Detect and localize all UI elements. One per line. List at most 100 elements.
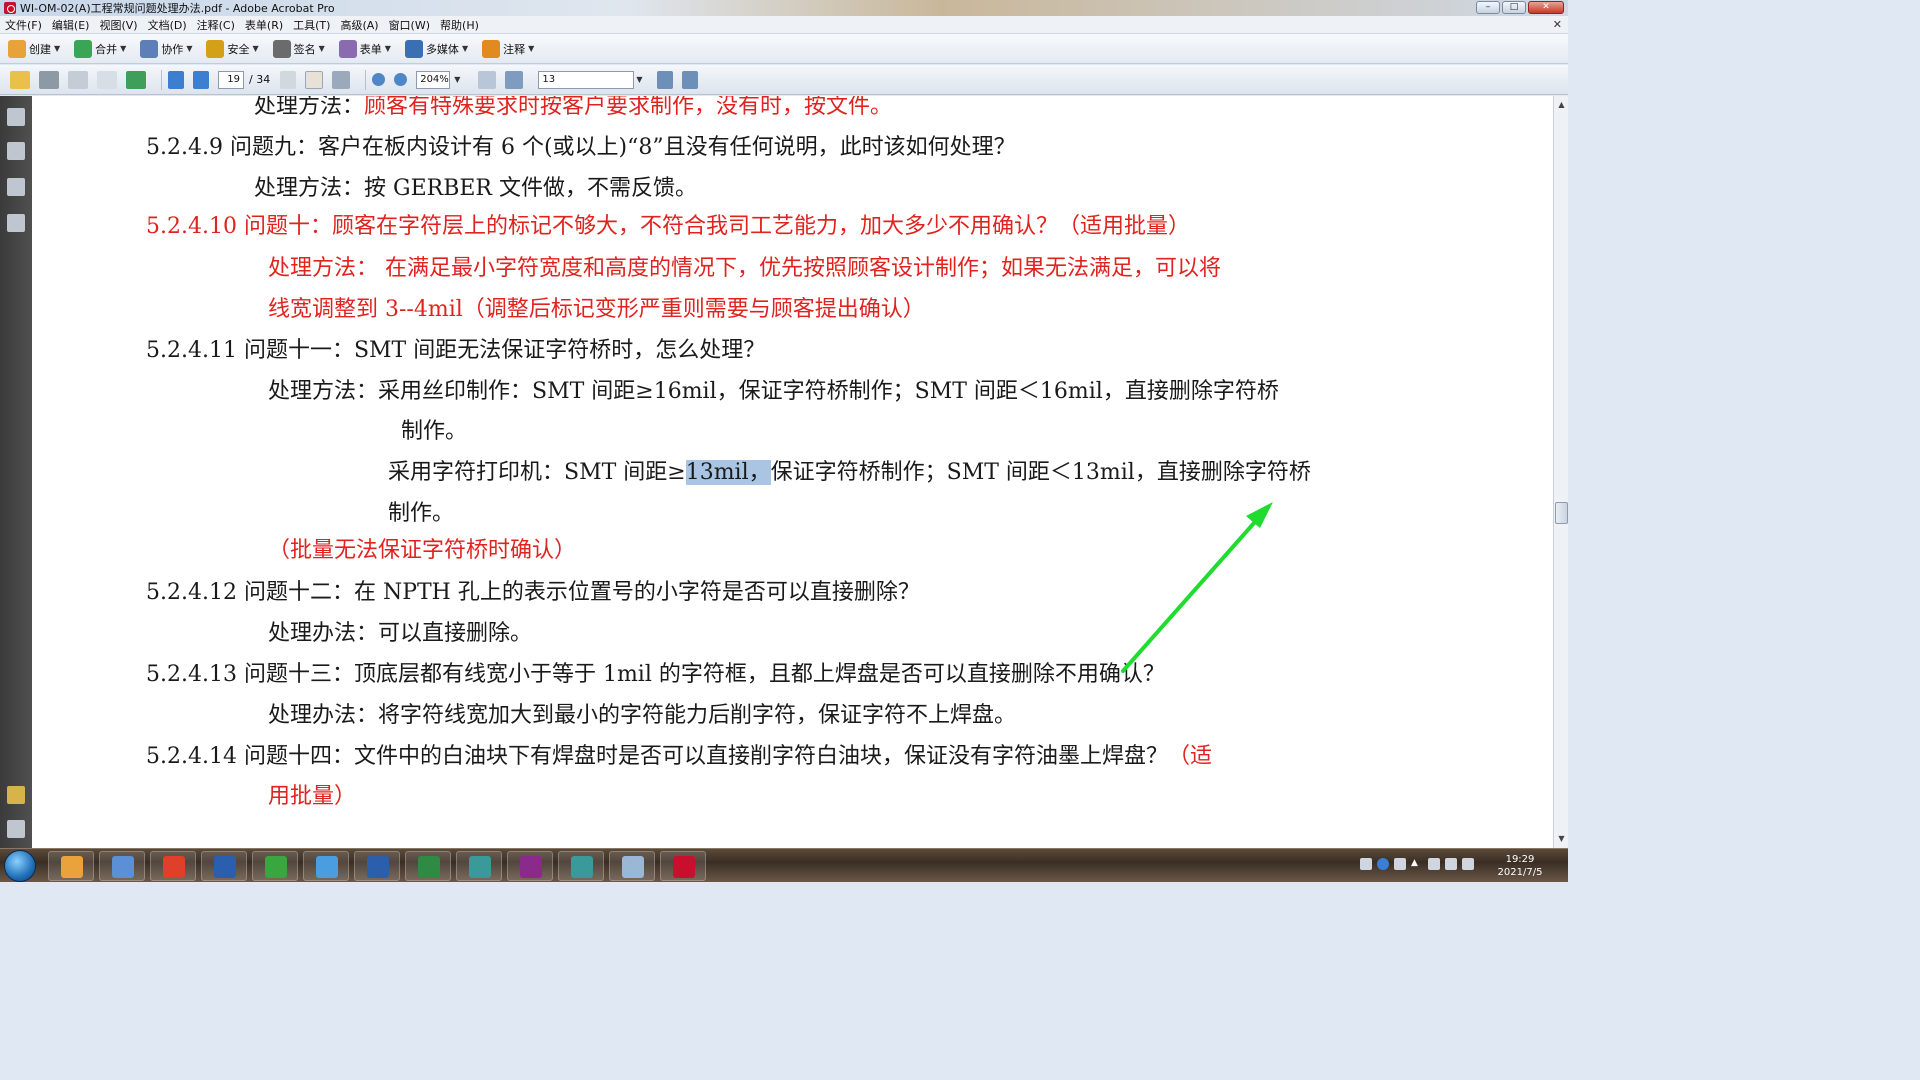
previous-page-icon[interactable] bbox=[168, 70, 184, 89]
find-input[interactable]: 13 bbox=[538, 70, 635, 89]
text-segment: 顾客有特殊要求时按客户要求制作，没有时，按文件。 bbox=[364, 96, 893, 119]
text-segment: 处理方法：按 GERBER 文件做，不需反馈。 bbox=[254, 176, 697, 201]
secure-button[interactable]: 安全 ▼ bbox=[206, 39, 259, 58]
acrobat-icon bbox=[673, 856, 695, 878]
taskbar-app-button[interactable] bbox=[252, 851, 298, 881]
taskbar-app-button[interactable] bbox=[558, 851, 604, 881]
text-segment: 5.2.4.10 问题十：顾客在字符层上的标记不够大，不符合我司工艺能力，加大多… bbox=[146, 214, 1190, 239]
collaborate-button[interactable]: 协作 ▼ bbox=[140, 39, 192, 58]
vertical-scrollbar[interactable]: ▲ ▼ bbox=[1553, 96, 1568, 848]
eye-app-2-icon bbox=[571, 856, 593, 878]
find-previous-icon[interactable] bbox=[656, 70, 673, 89]
fit-page-icon[interactable] bbox=[478, 70, 497, 89]
attachments-icon[interactable] bbox=[7, 820, 25, 838]
zoom-level-input[interactable]: 204% bbox=[416, 70, 451, 89]
menu-help[interactable]: 帮助(H) bbox=[435, 17, 484, 33]
taskbar-app-button[interactable] bbox=[354, 851, 400, 881]
volume-icon[interactable] bbox=[1428, 858, 1440, 870]
menu-edit[interactable]: 编辑(E) bbox=[47, 17, 95, 33]
page-number-input[interactable]: 19 bbox=[218, 70, 244, 89]
g-app-icon bbox=[163, 856, 185, 878]
zoom-dropdown-icon[interactable]: ▼ bbox=[454, 75, 460, 84]
clock[interactable]: 19:29 2021/7/5 bbox=[1490, 853, 1550, 879]
taskbar-app-button[interactable] bbox=[405, 851, 451, 881]
bookmarks-icon[interactable] bbox=[7, 142, 25, 160]
share-icon[interactable] bbox=[126, 70, 146, 89]
zoom-out-icon[interactable] bbox=[372, 73, 386, 86]
select-text-icon[interactable] bbox=[280, 70, 297, 89]
multimedia-button[interactable]: 多媒体 ▼ bbox=[404, 39, 468, 58]
marquee-zoom-icon[interactable] bbox=[332, 70, 351, 89]
scroll-thumb[interactable] bbox=[1555, 502, 1568, 524]
sign-button[interactable]: 签名 ▼ bbox=[272, 39, 325, 58]
create-label: 创建 bbox=[29, 42, 51, 56]
menu-view[interactable]: 视图(V) bbox=[94, 17, 142, 33]
maximize-button[interactable]: □ bbox=[1502, 1, 1526, 14]
title-bar: WI-OM-02(A)工程常规问题处理办法.pdf - Adobe Acroba… bbox=[0, 0, 1568, 16]
flag-icon[interactable] bbox=[1462, 858, 1474, 870]
taskbar-app-button[interactable] bbox=[150, 851, 196, 881]
open-folder-icon[interactable] bbox=[10, 70, 30, 89]
start-button[interactable] bbox=[4, 850, 36, 882]
window-controls: – □ ✕ bbox=[1476, 1, 1564, 14]
keyboard-icon[interactable] bbox=[1360, 858, 1372, 870]
save-icon[interactable] bbox=[68, 70, 88, 89]
taskbar-app-button[interactable] bbox=[456, 851, 502, 881]
menu-tools[interactable]: 工具(T) bbox=[288, 17, 335, 33]
scroll-up-icon[interactable]: ▲ bbox=[1555, 98, 1568, 112]
forms-button[interactable]: 表单 ▼ bbox=[338, 39, 391, 58]
taskbar-app-button[interactable] bbox=[303, 851, 349, 881]
taskbar-app-button[interactable] bbox=[48, 851, 94, 881]
navigation-toolbar: 19 / 34 204% ▼ 13 ▼ bbox=[0, 65, 1568, 95]
combine-icon bbox=[74, 39, 93, 58]
close-button[interactable]: ✕ bbox=[1528, 1, 1564, 14]
menu-advanced[interactable]: 高级(A) bbox=[335, 17, 383, 33]
text-segment: 制作。 bbox=[388, 501, 455, 526]
menu-window[interactable]: 窗口(W) bbox=[384, 17, 435, 33]
email-icon[interactable] bbox=[97, 70, 117, 89]
layers-icon[interactable] bbox=[7, 178, 25, 196]
comment-button[interactable]: 注释 ▼ bbox=[482, 39, 534, 58]
text-segment: 5.2.4.13 问题十三：顶底层都有线宽小于等于 1mil 的字符框，且都上焊… bbox=[146, 662, 1165, 687]
minimize-button[interactable]: – bbox=[1476, 1, 1500, 14]
next-page-icon[interactable] bbox=[193, 70, 209, 89]
text-segment: 采用字符打印机：SMT 间距≥ bbox=[388, 460, 686, 485]
word-icon bbox=[367, 856, 389, 878]
document-line: 制作。 bbox=[401, 417, 467, 447]
combine-button[interactable]: 合并 ▼ bbox=[74, 39, 126, 58]
text-segment: 5.2.4.9 问题九：客户在板内设计有 6 个(或以上)“8”且没有任何说明，… bbox=[146, 135, 1016, 160]
taskbar-app-button[interactable] bbox=[609, 851, 655, 881]
notepad-icon bbox=[112, 856, 134, 878]
zoom-in-icon[interactable] bbox=[394, 73, 408, 86]
comments-panel-icon[interactable] bbox=[7, 786, 25, 804]
create-button[interactable]: 创建 ▼ bbox=[8, 39, 60, 58]
lock-icon bbox=[206, 39, 225, 58]
print-icon[interactable] bbox=[39, 70, 59, 89]
comment-icon bbox=[482, 39, 501, 58]
show-hidden-icon[interactable]: ▲ bbox=[1411, 858, 1423, 870]
help-icon[interactable] bbox=[1377, 858, 1389, 870]
taskbar-app-button[interactable] bbox=[507, 851, 553, 881]
glass-icon bbox=[622, 856, 644, 878]
taskbar-app-button[interactable] bbox=[660, 851, 706, 881]
scroll-down-icon[interactable]: ▼ bbox=[1555, 832, 1568, 846]
taskbar-app-button[interactable] bbox=[201, 851, 247, 881]
hand-tool-icon[interactable] bbox=[305, 70, 324, 89]
network-icon[interactable] bbox=[1394, 858, 1406, 870]
taskbar-app-button[interactable] bbox=[99, 851, 145, 881]
menu-comments[interactable]: 注释(C) bbox=[192, 17, 240, 33]
monitor-icon[interactable] bbox=[1445, 858, 1457, 870]
signatures-icon[interactable] bbox=[7, 214, 25, 232]
menu-bar: 文件(F) 编辑(E) 视图(V) 文档(D) 注释(C) 表单(R) 工具(T… bbox=[0, 16, 1568, 34]
find-dropdown-icon[interactable]: ▼ bbox=[636, 75, 642, 84]
text-segment: 5.2.4.12 问题十二：在 NPTH 孔上的表示位置号的小字符是否可以直接删… bbox=[146, 580, 920, 605]
menu-file[interactable]: 文件(F) bbox=[0, 17, 47, 33]
menu-document[interactable]: 文档(D) bbox=[143, 17, 192, 33]
document-line: 处理办法：可以直接删除。 bbox=[268, 619, 532, 649]
find-next-icon[interactable] bbox=[681, 70, 698, 89]
full-screen-icon[interactable] bbox=[505, 70, 524, 89]
system-tray: ▲ bbox=[1360, 858, 1474, 870]
pages-icon[interactable] bbox=[7, 108, 25, 126]
document-close-icon[interactable]: ✕ bbox=[1553, 18, 1562, 31]
menu-forms[interactable]: 表单(R) bbox=[240, 17, 288, 33]
